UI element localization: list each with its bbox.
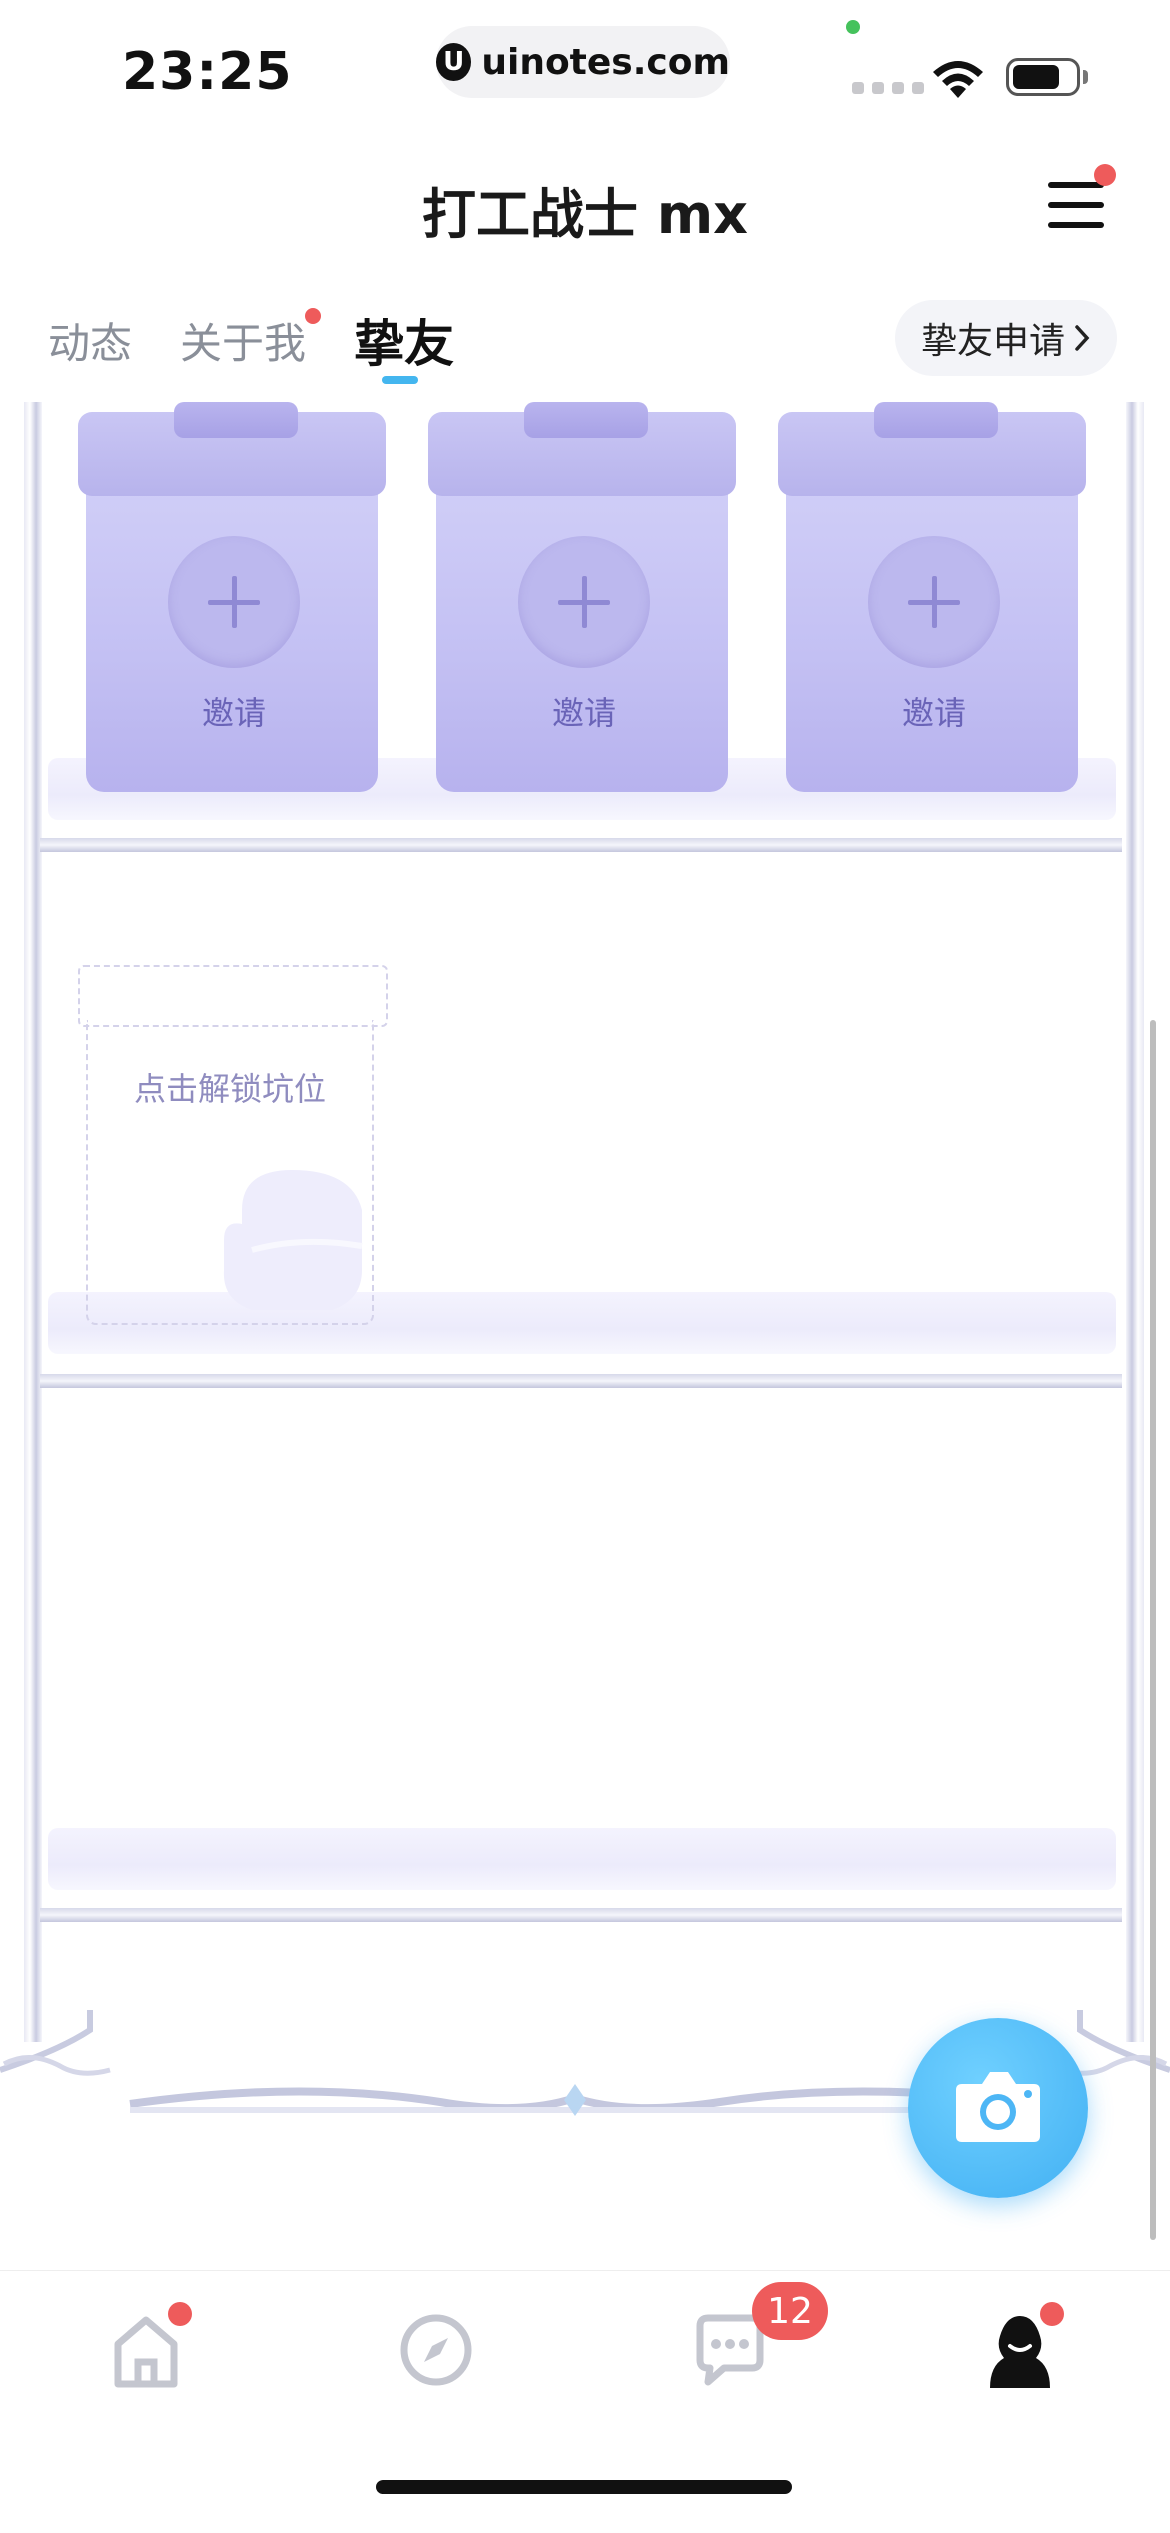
wifi-icon <box>933 61 983 98</box>
tab-about-me-dot <box>305 308 321 324</box>
invite-label: 邀请 <box>201 694 266 732</box>
home-notification-dot <box>168 2302 192 2326</box>
profile-notification-dot <box>1040 2302 1064 2326</box>
url-text: uinotes.com <box>481 41 730 83</box>
invite-label: 邀请 <box>901 694 966 732</box>
menu-notification-dot <box>1094 164 1116 186</box>
messages-badge: 12 <box>752 2282 828 2340</box>
chevron-right-icon <box>1075 325 1090 351</box>
locked-slot-lid[interactable] <box>78 965 388 1027</box>
plus-icon <box>168 536 300 668</box>
url-bar[interactable]: U uinotes.com <box>436 26 730 98</box>
bow-icon <box>874 402 998 438</box>
gift-slot[interactable]: 邀请 <box>778 402 1086 792</box>
gift-slot[interactable]: 邀请 <box>428 402 736 792</box>
tab-about-me[interactable]: 关于我 <box>180 310 306 371</box>
compass-icon[interactable] <box>386 2300 486 2400</box>
shelf-glow-3 <box>48 1828 1116 1890</box>
privacy-indicator-icon <box>846 20 860 34</box>
plus-icon <box>868 536 1000 668</box>
shelf-plank-2 <box>40 1374 1122 1388</box>
tab-feed[interactable]: 动态 <box>48 310 132 371</box>
home-indicator[interactable] <box>376 2480 792 2494</box>
friend-request-label: 挚友申请 <box>920 321 1065 362</box>
sofa-icon <box>223 1170 363 1310</box>
status-time: 23:25 <box>122 42 293 102</box>
plus-icon <box>518 536 650 668</box>
site-icon: U <box>436 43 472 81</box>
bow-icon <box>524 402 648 438</box>
friend-request-button[interactable]: 挚友申请 <box>895 300 1117 376</box>
menu-icon[interactable] <box>1048 178 1104 232</box>
shelf-plank-3 <box>40 1908 1122 1922</box>
shelf-frame-right <box>1126 402 1144 2042</box>
cellular-signal-icon <box>852 82 924 94</box>
battery-tip <box>1083 70 1088 84</box>
camera-icon <box>956 2072 1040 2142</box>
shelf-frame-left <box>24 402 42 2042</box>
page-title: 打工战士 mx <box>422 183 748 246</box>
battery-icon <box>1006 58 1080 96</box>
scrollbar[interactable] <box>1150 1020 1156 2240</box>
bow-icon <box>174 402 298 438</box>
tab-active-indicator <box>382 376 418 384</box>
gift-slot[interactable]: 邀请 <box>78 402 386 792</box>
unlock-slot-label[interactable]: 点击解锁坑位 <box>86 1064 374 1110</box>
shelf-plank-1 <box>40 838 1122 852</box>
invite-label: 邀请 <box>551 694 616 732</box>
camera-button[interactable] <box>908 2018 1088 2198</box>
tab-close-friends[interactable]: 挚友 <box>354 304 454 376</box>
